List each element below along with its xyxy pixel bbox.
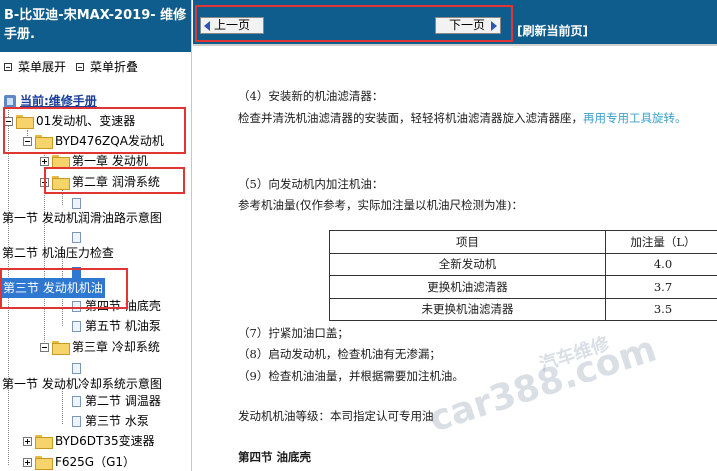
collapse-toggle-icon[interactable]: [4, 116, 13, 126]
tree-item-section-oil-pump[interactable]: 第五节 机油泵: [72, 316, 161, 336]
tree-root[interactable]: 当前:维修手册: [4, 91, 97, 111]
collapse-icon: [76, 62, 84, 71]
tree-item-section-oil-circuit-diagram[interactable]: 第一节 发动机润滑油路示意图: [2, 208, 162, 228]
folder-icon: [35, 435, 53, 449]
oil-capacity-table: 项目 加注量（L） 全新发动机 4.0 更换机油滤清器 3.7 未更换机油滤清器…: [329, 230, 717, 321]
page-icon: [72, 231, 81, 243]
tree-item-byd476zqa-engine[interactable]: BYD476ZQA发动机: [23, 131, 164, 151]
next-page-button[interactable]: 下一页: [435, 17, 501, 34]
table-row: 更换机油滤清器 3.7: [329, 275, 717, 299]
table-cell: 更换机油滤清器: [329, 275, 606, 299]
tree-item-f625g[interactable]: F625G（G1）: [23, 452, 135, 471]
table-row: 未更换机油滤清器 3.5: [329, 297, 717, 321]
tree-item-byd6dt35-transmission[interactable]: BYD6DT35变速器: [23, 431, 155, 451]
table-cell: 3.5: [605, 297, 717, 321]
page-icon: [72, 300, 81, 312]
section4-heading: 第四节 油底壳: [238, 450, 312, 464]
tree-panel: B-比亚迪-宋MAX-2019- 维修 手册. 菜单展开 菜单折叠 当前:维修手…: [0, 0, 192, 471]
collapse-toggle-icon[interactable]: [23, 136, 32, 146]
tree-item-section-engine-oil-selected[interactable]: 第三节 发动机机油: [1, 278, 105, 298]
table-cell: 3.7: [605, 275, 717, 299]
tree-item-section-water-pump[interactable]: 第三节 水泵: [72, 411, 149, 431]
expand-toggle-icon[interactable]: [23, 457, 32, 467]
step4-highlight: 再用专用工具旋转。: [583, 111, 687, 125]
page-icon: [72, 197, 81, 209]
table-header-cell: 加注量（L）: [605, 230, 717, 254]
manual-icon: [4, 94, 16, 108]
oil-grade-text: 发动机机油等级：本司指定认可专用油: [238, 409, 434, 423]
page-icon: [72, 362, 81, 374]
tree-item-section-oil-pan[interactable]: 第四节 油底壳: [72, 296, 161, 316]
table-cell: 未更换机油滤清器: [329, 297, 606, 321]
nav-bar: 上一页 下一页 [刷新当前页]: [193, 0, 717, 44]
table-header-row: 项目 加注量（L）: [329, 230, 717, 254]
step9-text: （9）检查机油油量，并根据需要加注机油。: [238, 369, 464, 383]
expand-toggle-icon[interactable]: [40, 156, 49, 166]
watermark: car388.com: [424, 328, 662, 441]
step5-text: 参考机油量(仅作参考，实际加注量以机油尺检测为准)：: [238, 198, 523, 212]
step8-text: （8）启动发动机，检查机油有无渗漏；: [238, 347, 441, 361]
folder-icon: [16, 115, 34, 129]
step5-title: （5）向发动机内加注机油：: [238, 177, 384, 191]
arrow-left-icon: [204, 20, 210, 31]
folder-icon: [52, 155, 70, 169]
tree-item-engine-transmission[interactable]: 01发动机、变速器: [4, 111, 135, 131]
tree-item-chapter-engine[interactable]: 第一章 发动机: [40, 151, 148, 171]
manual-content: （4）安装新的机油滤清器： 检查并清洗机油滤清器的安装面，轻轻将机油滤清器旋入滤…: [193, 46, 717, 471]
tree-item-chapter-cooling[interactable]: 第三章 冷却系统: [40, 337, 160, 357]
step4-text: 检查并清洗机油滤清器的安装面，轻轻将机油滤清器旋入滤清器座，再用专用工具旋转。: [238, 111, 687, 125]
watermark: 汽车维修: [536, 333, 612, 376]
table-cell: 4.0: [605, 252, 717, 276]
table-cell: 全新发动机: [329, 252, 606, 276]
folder-icon: [35, 135, 53, 149]
tree-line: [62, 190, 63, 205]
tree-item-section-oil-pressure-check[interactable]: 第二节 机油压力检查: [2, 243, 114, 263]
expand-toggle-icon[interactable]: [23, 436, 32, 446]
prev-page-button[interactable]: 上一页: [200, 17, 264, 34]
page-icon: [72, 266, 81, 278]
folder-icon: [35, 456, 53, 470]
table-header-cell: 项目: [329, 230, 606, 254]
collapse-toggle-icon[interactable]: [40, 342, 49, 352]
refresh-page-link[interactable]: [刷新当前页]: [517, 22, 588, 39]
folder-icon: [52, 341, 70, 355]
page-icon: [72, 415, 81, 427]
tree-item-chapter-lubrication[interactable]: 第二章 润滑系统: [40, 172, 160, 192]
expand-icon: [4, 62, 12, 71]
menu-collapse-button[interactable]: 菜单折叠: [76, 58, 138, 75]
menu-expand-button[interactable]: 菜单展开: [4, 58, 66, 75]
step7-text: （7）拧紧加油口盖；: [238, 326, 349, 340]
manual-title: B-比亚迪-宋MAX-2019- 维修 手册.: [0, 0, 191, 52]
folder-icon: [52, 176, 70, 190]
table-row: 全新发动机 4.0: [329, 252, 717, 276]
page-icon: [72, 395, 81, 407]
arrow-right-icon: [491, 20, 497, 31]
step4-title: （4）安装新的机油滤清器：: [238, 89, 384, 103]
collapse-toggle-icon[interactable]: [40, 177, 49, 187]
page-icon: [72, 320, 81, 332]
tree-item-section-thermostat[interactable]: 第二节 调温器: [72, 391, 161, 411]
